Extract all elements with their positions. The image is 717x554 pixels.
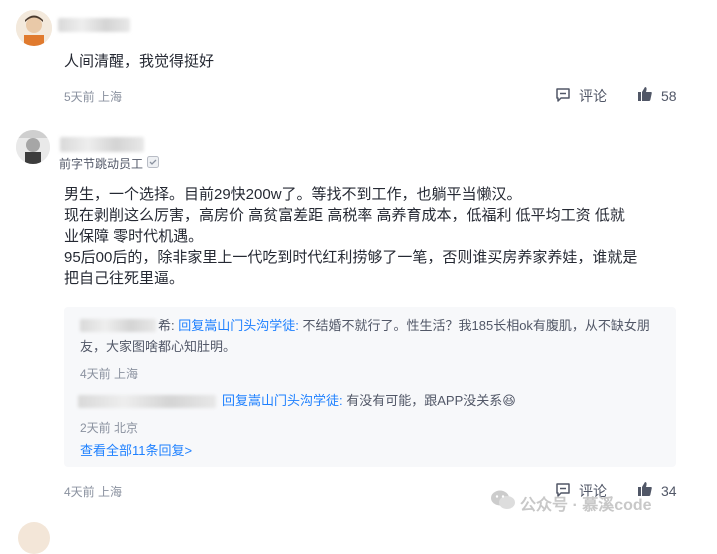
reply-username-blurred[interactable]: [80, 319, 156, 332]
user-title-text: 前字节跳动员工: [59, 157, 144, 171]
comment-line: 95后00后的，除非家里上一代吃到时代红利捞够了一笔，否则谁买房养家养娃，谁就是: [64, 249, 638, 266]
like-button[interactable]: 58: [637, 86, 677, 105]
reply-line: 回复嵩山门头沟学徒: 有没有可能，跟APP没关系😆: [222, 390, 516, 411]
reply-time-location: 4天前 上海: [80, 367, 139, 381]
verified-badge-icon: [147, 156, 160, 171]
comment-line: 把自己往死里逼。: [64, 270, 185, 287]
user-avatar[interactable]: [16, 10, 52, 46]
like-count: 58: [661, 87, 677, 104]
wechat-icon: [490, 489, 516, 516]
username-blurred[interactable]: [58, 18, 130, 32]
watermark: 公众号 · 慕溪code: [490, 489, 652, 516]
user-avatar[interactable]: [18, 522, 50, 554]
comment-text: 男生，一个选择。目前29快200w了。等找不到工作，也躺平当懒汉。 现在剥削这么…: [64, 184, 684, 289]
reply-name-suffix: 希:: [158, 318, 175, 333]
reply-line: 希: 回复嵩山门头沟学徒: 不结婚不就行了。性生活？我185长相ok有腹肌，从不…: [158, 315, 650, 336]
replies-panel: 希: 回复嵩山门头沟学徒: 不结婚不就行了。性生活？我185长相ok有腹肌，从不…: [64, 307, 676, 467]
comment-label: 评论: [579, 88, 607, 104]
comment-text: 人间清醒，我觉得挺好: [64, 53, 215, 70]
reply-to-link[interactable]: 回复嵩山门头沟学徒:: [178, 318, 299, 333]
reply-to-link[interactable]: 回复嵩山门头沟学徒:: [222, 393, 343, 408]
comment-time-location: 4天前 上海: [64, 485, 123, 499]
reply-username-blurred[interactable]: [78, 395, 216, 408]
view-all-replies-link[interactable]: 查看全部11条回复>: [80, 440, 192, 459]
reply-line: 友，大家图啥都心知肚明。: [80, 339, 237, 354]
thumbs-up-icon: [637, 86, 653, 105]
comment-line: 男生，一个选择。目前29快200w了。等找不到工作，也躺平当懒汉。: [64, 186, 522, 203]
comment-button[interactable]: 评论: [555, 86, 607, 106]
comment-time-location: 5天前 上海: [64, 90, 123, 104]
reply-text: 不结婚不就行了。性生活？我185长相ok有腹肌，从不缺女朋: [302, 318, 650, 333]
like-count: 34: [661, 482, 677, 499]
user-avatar[interactable]: [16, 130, 50, 164]
user-title: 前字节跳动员工: [59, 155, 160, 172]
comment-icon: [555, 87, 571, 106]
comment-line: 业保障 零时代机遇。: [64, 228, 204, 245]
username-blurred[interactable]: [60, 137, 144, 152]
watermark-text: 公众号 · 慕溪code: [520, 496, 652, 514]
reply-time-location: 2天前 北京: [80, 421, 139, 435]
comment-line: 现在剥削这么厉害，高房价 高贫富差距 高税率 高养育成本，低福利 低平均工资 低…: [64, 207, 625, 224]
reply-text: 有没有可能，跟APP没关系😆: [346, 393, 516, 408]
